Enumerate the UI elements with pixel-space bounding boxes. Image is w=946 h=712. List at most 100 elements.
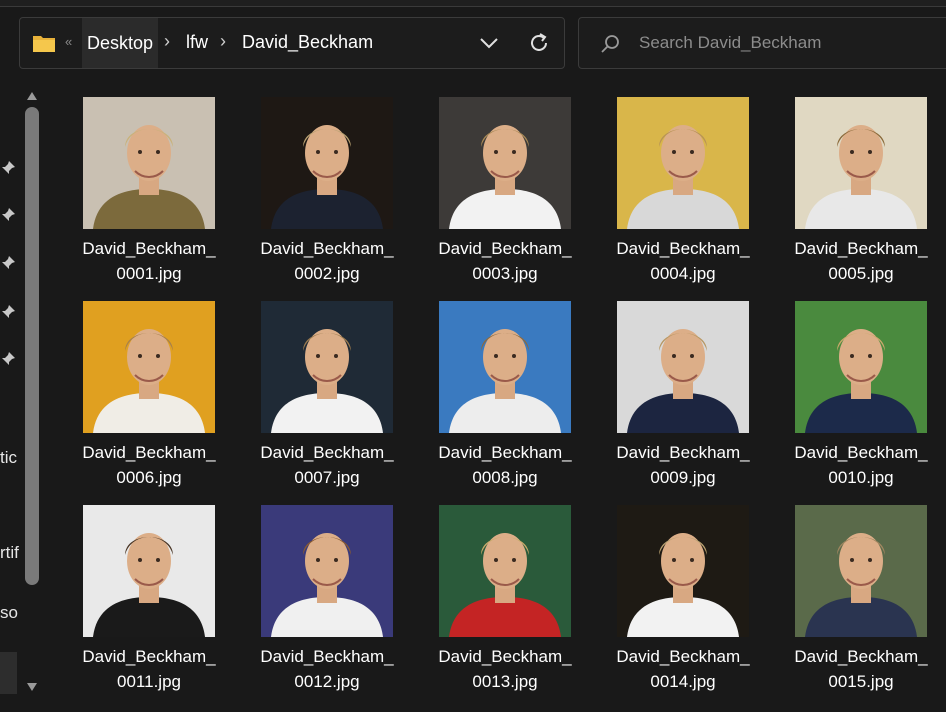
file-name-line: David_Beckham_ xyxy=(616,443,750,462)
image-thumbnail[interactable] xyxy=(439,97,571,229)
pin-icon[interactable] xyxy=(0,304,16,320)
file-item[interactable]: David_Beckham_ 0001.jpg xyxy=(66,88,232,284)
file-name-line: David_Beckham_ xyxy=(438,443,572,462)
file-name-line: 0003.jpg xyxy=(472,264,538,283)
image-thumbnail[interactable] xyxy=(795,301,927,433)
file-name-line: 0014.jpg xyxy=(650,672,716,691)
file-name-line: 0011.jpg xyxy=(117,672,181,691)
file-name[interactable]: David_Beckham_ 0002.jpg xyxy=(244,236,410,286)
image-thumbnail[interactable] xyxy=(617,505,749,637)
file-item[interactable]: David_Beckham_ 0012.jpg xyxy=(244,496,410,692)
breadcrumb-lfw[interactable]: lfw xyxy=(186,32,208,53)
file-item[interactable]: David_Beckham_ 0010.jpg xyxy=(778,292,944,488)
breadcrumb-desktop[interactable]: Desktop xyxy=(82,18,159,68)
file-name-line: David_Beckham_ xyxy=(794,443,928,462)
image-thumbnail[interactable] xyxy=(795,97,927,229)
file-name[interactable]: David_Beckham_ 0012.jpg xyxy=(244,644,410,694)
file-name[interactable]: David_Beckham_ 0005.jpg xyxy=(778,236,944,286)
file-name-line: David_Beckham_ xyxy=(260,239,394,258)
folder-icon xyxy=(33,36,55,52)
file-name[interactable]: David_Beckham_ 0003.jpg xyxy=(422,236,588,286)
nav-item-selected[interactable] xyxy=(0,652,17,694)
file-name-line: 0001.jpg xyxy=(116,264,182,283)
pin-icon[interactable] xyxy=(0,255,16,271)
image-thumbnail[interactable] xyxy=(83,505,215,637)
scroll-up-arrow-icon[interactable] xyxy=(27,92,37,100)
scroll-down-arrow-icon[interactable] xyxy=(27,683,37,691)
nav-item-label[interactable]: tic xyxy=(0,448,17,468)
file-name[interactable]: David_Beckham_ 0010.jpg xyxy=(778,440,944,490)
file-name-line: 0010.jpg xyxy=(828,468,894,487)
file-item[interactable]: David_Beckham_ 0004.jpg xyxy=(600,88,766,284)
image-thumbnail[interactable] xyxy=(439,301,571,433)
search-box[interactable]: Search David_Beckham xyxy=(578,17,946,69)
nav-item-label[interactable]: so xyxy=(0,603,18,623)
file-name-line: David_Beckham_ xyxy=(438,239,572,258)
pin-icon[interactable] xyxy=(0,160,16,176)
image-thumbnail[interactable] xyxy=(261,505,393,637)
file-name-line: 0004.jpg xyxy=(650,264,716,283)
file-item[interactable]: David_Beckham_ 0007.jpg xyxy=(244,292,410,488)
file-name-line: David_Beckham_ xyxy=(616,239,750,258)
image-thumbnail[interactable] xyxy=(617,97,749,229)
file-name[interactable]: David_Beckham_ 0007.jpg xyxy=(244,440,410,490)
breadcrumb-overflow-button[interactable]: « xyxy=(65,34,72,49)
file-name-line: David_Beckham_ xyxy=(616,647,750,666)
file-name[interactable]: David_Beckham_ 0001.jpg xyxy=(66,236,232,286)
file-name[interactable]: David_Beckham_ 0009.jpg xyxy=(600,440,766,490)
file-item[interactable]: David_Beckham_ 0005.jpg xyxy=(778,88,944,284)
file-name-line: 0007.jpg xyxy=(294,468,360,487)
nav-item-label[interactable]: rtif xyxy=(0,543,19,563)
file-name-line: David_Beckham_ xyxy=(82,443,216,462)
file-item[interactable]: David_Beckham_ 0008.jpg xyxy=(422,292,588,488)
file-item[interactable]: David_Beckham_ 0006.jpg xyxy=(66,292,232,488)
image-thumbnail[interactable] xyxy=(83,97,215,229)
refresh-icon[interactable] xyxy=(526,30,552,56)
file-name[interactable]: David_Beckham_ 0011.jpg xyxy=(66,644,232,694)
image-thumbnail[interactable] xyxy=(439,505,571,637)
file-item[interactable]: David_Beckham_ 0013.jpg xyxy=(422,496,588,692)
file-name-line: 0008.jpg xyxy=(472,468,538,487)
image-thumbnail[interactable] xyxy=(261,97,393,229)
file-name[interactable]: David_Beckham_ 0013.jpg xyxy=(422,644,588,694)
file-name[interactable]: David_Beckham_ 0008.jpg xyxy=(422,440,588,490)
file-item[interactable]: David_Beckham_ 0015.jpg xyxy=(778,496,944,692)
image-thumbnail[interactable] xyxy=(261,301,393,433)
file-item[interactable]: David_Beckham_ 0011.jpg xyxy=(66,496,232,692)
pin-icon[interactable] xyxy=(0,207,16,223)
breadcrumb-david-beckham[interactable]: David_Beckham xyxy=(242,32,373,53)
file-name-line: 0009.jpg xyxy=(650,468,716,487)
file-name-line: David_Beckham_ xyxy=(438,647,572,666)
file-name-line: 0002.jpg xyxy=(294,264,360,283)
file-name[interactable]: David_Beckham_ 0006.jpg xyxy=(66,440,232,490)
file-name[interactable]: David_Beckham_ 0004.jpg xyxy=(600,236,766,286)
file-name-line: David_Beckham_ xyxy=(82,239,216,258)
file-item[interactable]: David_Beckham_ 0009.jpg xyxy=(600,292,766,488)
file-name-line: 0013.jpg xyxy=(472,672,538,691)
file-name-line: 0005.jpg xyxy=(828,264,894,283)
file-name-line: David_Beckham_ xyxy=(260,443,394,462)
scrollbar-thumb[interactable] xyxy=(25,107,39,585)
file-name-line: David_Beckham_ xyxy=(260,647,394,666)
file-name-line: David_Beckham_ xyxy=(82,647,216,666)
breadcrumb-separator[interactable]: › xyxy=(220,31,226,52)
chevron-down-icon[interactable] xyxy=(476,30,502,56)
image-thumbnail[interactable] xyxy=(83,301,215,433)
file-grid[interactable]: David_Beckham_ 0001.jpg David_Beckham_ 0002… xyxy=(66,88,946,712)
search-icon xyxy=(601,35,619,53)
file-name[interactable]: David_Beckham_ 0014.jpg xyxy=(600,644,766,694)
file-item[interactable]: David_Beckham_ 0002.jpg xyxy=(244,88,410,284)
file-name-line: David_Beckham_ xyxy=(794,239,928,258)
pin-icon[interactable] xyxy=(0,351,16,367)
file-name[interactable]: David_Beckham_ 0015.jpg xyxy=(778,644,944,694)
image-thumbnail[interactable] xyxy=(795,505,927,637)
image-thumbnail[interactable] xyxy=(617,301,749,433)
address-bar[interactable]: « Desktop › lfw › David_Beckham xyxy=(19,17,565,69)
breadcrumb-separator[interactable]: › xyxy=(164,31,170,52)
search-input[interactable]: Search David_Beckham xyxy=(639,33,821,53)
navigation-pane[interactable]: tic rtif so xyxy=(0,82,48,712)
file-item[interactable]: David_Beckham_ 0003.jpg xyxy=(422,88,588,284)
file-name-line: David_Beckham_ xyxy=(794,647,928,666)
file-item[interactable]: David_Beckham_ 0014.jpg xyxy=(600,496,766,692)
file-name-line: 0015.jpg xyxy=(828,672,894,691)
